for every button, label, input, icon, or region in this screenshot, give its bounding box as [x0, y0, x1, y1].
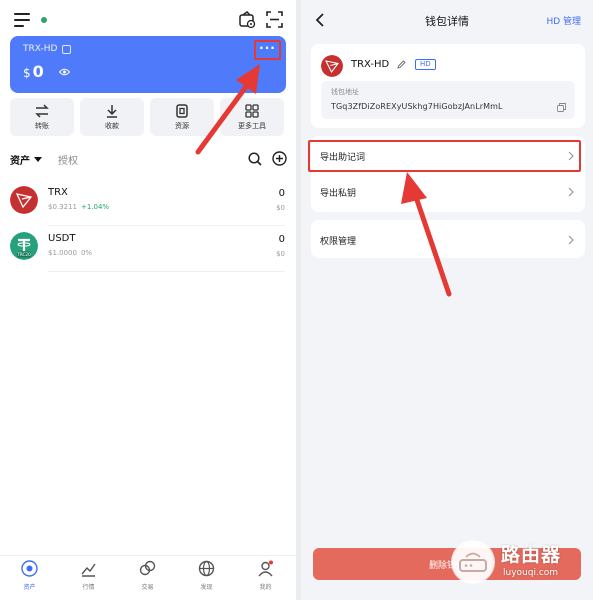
trade-nav-icon — [139, 560, 156, 576]
annotation-highlight-box — [308, 140, 581, 172]
bottom-nav: 资产 行情 交易 发现 我的 — [0, 555, 296, 600]
wallet-switch-icon[interactable] — [238, 11, 256, 29]
nav-market[interactable]: 行情 — [59, 560, 118, 598]
export-private-key-item[interactable]: 导出私钥 — [311, 172, 585, 212]
more-tools-icon — [245, 104, 259, 118]
nav-profile[interactable]: 我的 — [236, 560, 295, 598]
export-private-key-label: 导出私钥 — [320, 189, 357, 199]
discover-nav-icon — [198, 560, 215, 577]
more-tools-label: 更多工具 — [238, 122, 266, 130]
token-value: $0 — [276, 250, 285, 258]
watermark-url: luyouqi.com — [503, 568, 559, 578]
nav-label: 我的 — [259, 584, 272, 591]
token-price: $0.3211 +1.04% — [48, 203, 109, 211]
token-row-usdt[interactable]: TRC20 USDT $1.0000 0% 0 $0 — [0, 226, 296, 272]
copy-icon[interactable] — [62, 45, 71, 54]
transfer-button[interactable]: 转账 — [10, 98, 74, 136]
profile-nav-icon — [258, 560, 273, 577]
token-name: TRX — [48, 187, 68, 198]
price-value: $0.3211 — [48, 203, 77, 211]
resource-icon — [176, 104, 188, 118]
menu-icon[interactable] — [14, 13, 30, 27]
wallet-card-name: TRX-HD — [23, 44, 58, 54]
transfer-label: 转账 — [35, 122, 49, 130]
add-token-icon[interactable] — [272, 151, 287, 166]
balance-currency: $ — [23, 66, 31, 80]
wallet-card[interactable]: TRX-HD $0 — [10, 36, 286, 114]
market-nav-icon — [81, 563, 96, 577]
price-value: $1.0000 — [48, 249, 77, 257]
price-change: +1.04% — [80, 203, 110, 211]
router-logo-icon — [451, 540, 495, 584]
chevron-right-icon — [568, 235, 574, 245]
token-row-trx[interactable]: TRX $0.3211 +1.04% 0 $0 — [0, 180, 296, 226]
nav-label: 资产 — [23, 584, 36, 591]
assets-nav-icon — [21, 560, 38, 577]
copy-icon[interactable] — [557, 103, 566, 112]
edit-icon[interactable] — [397, 60, 406, 69]
nav-label: 发现 — [200, 584, 213, 591]
token-amount: 0 — [278, 234, 285, 245]
search-icon[interactable] — [248, 152, 262, 166]
asset-tabs: 资产 授权 — [10, 151, 287, 168]
receive-button[interactable]: 收款 — [80, 98, 144, 136]
watermark-title: 路由器 — [501, 544, 562, 566]
resource-button[interactable]: 资源 — [150, 98, 214, 136]
more-options-button[interactable]: ··· — [254, 40, 281, 60]
token-price: $1.0000 0% — [48, 249, 92, 257]
nav-discover[interactable]: 发现 — [177, 560, 236, 598]
site-watermark: 路由器 luyouqi.com — [451, 540, 591, 586]
usdt-logo-icon: TRC20 — [10, 232, 38, 260]
hd-manage-link[interactable]: HD 管理 — [546, 14, 581, 27]
receive-icon — [107, 105, 117, 118]
trc20-label: TRC20 — [16, 252, 31, 257]
balance-value: 0 — [32, 62, 44, 81]
wallet-address: TGq3ZfDiZoREXyUSkhg7HiGobzJAnLrMmL — [331, 102, 503, 111]
trx-logo-icon — [321, 55, 343, 77]
header: 钱包详情 HD 管理 — [301, 0, 593, 40]
token-name: USDT — [48, 233, 76, 244]
row-divider — [48, 271, 285, 272]
top-bar — [0, 0, 296, 40]
receive-label: 收款 — [105, 122, 119, 130]
wallet-balance: $0 — [23, 62, 44, 81]
permission-menu-card: 权限管理 — [311, 220, 585, 258]
chevron-right-icon — [568, 187, 574, 197]
wallet-home-screen: TRX-HD $0 ··· 转账 收款 资源 更多工具 资产 授权 TRX $0… — [0, 0, 296, 600]
permission-management-item[interactable]: 权限管理 — [311, 220, 585, 258]
trx-logo-icon — [10, 186, 38, 214]
nav-assets[interactable]: 资产 — [0, 560, 59, 598]
more-tools-button[interactable]: 更多工具 — [220, 98, 284, 136]
nav-label: 行情 — [82, 584, 95, 591]
connection-status-dot — [41, 17, 47, 23]
permission-management-label: 权限管理 — [320, 237, 357, 247]
resource-label: 资源 — [175, 122, 189, 130]
caret-down-icon[interactable] — [34, 157, 42, 162]
token-value: $0 — [276, 204, 285, 212]
hd-badge: HD — [415, 59, 436, 70]
price-change: 0% — [80, 249, 93, 257]
tab-assets[interactable]: 资产 — [10, 152, 30, 167]
nav-label: 交易 — [141, 584, 154, 591]
quick-actions: 转账 收款 资源 更多工具 — [10, 98, 286, 136]
token-amount: 0 — [278, 188, 285, 199]
eye-icon[interactable] — [59, 68, 70, 76]
scan-icon[interactable] — [266, 11, 283, 28]
address-label: 钱包地址 — [331, 88, 359, 96]
address-box: 钱包地址 TGq3ZfDiZoREXyUSkhg7HiGobzJAnLrMmL — [321, 81, 575, 119]
tab-authorization[interactable]: 授权 — [58, 152, 78, 167]
wallet-detail-screen: 钱包详情 HD 管理 TRX-HD HD 钱包地址 TGq3ZfDiZoREXy… — [301, 0, 593, 600]
wallet-name: TRX-HD — [351, 59, 390, 70]
transfer-icon — [35, 104, 49, 118]
wallet-info-card: TRX-HD HD 钱包地址 TGq3ZfDiZoREXyUSkhg7HiGob… — [311, 44, 585, 128]
nav-trade[interactable]: 交易 — [118, 560, 177, 598]
